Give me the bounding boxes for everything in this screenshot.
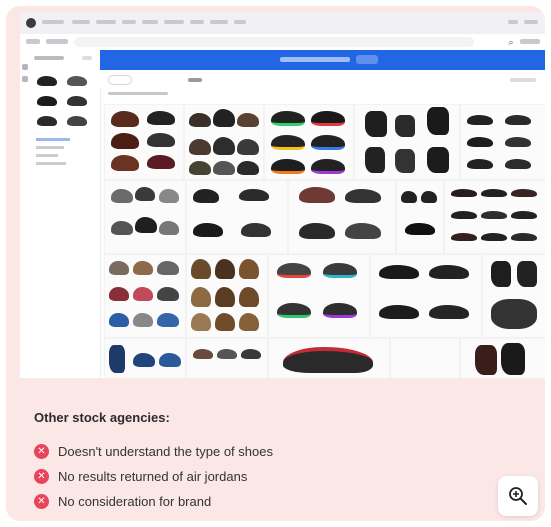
zoom-in-icon — [509, 487, 527, 505]
result-image[interactable] — [354, 104, 460, 180]
tab-text — [42, 20, 64, 24]
result-image[interactable] — [390, 338, 460, 378]
result-image[interactable] — [186, 338, 268, 378]
issue-item: ✕ No results returned of air jordans — [34, 467, 247, 485]
search-icon: ⌕ — [508, 37, 514, 47]
result-image[interactable] — [482, 254, 545, 338]
result-image[interactable] — [444, 180, 545, 254]
browser-tab-bar — [20, 12, 545, 35]
result-image[interactable] — [104, 180, 186, 254]
stock-site-screenshot: ⌕ — [20, 12, 545, 378]
x-circle-icon: ✕ — [34, 468, 49, 484]
result-image[interactable] — [396, 180, 444, 254]
search-sidebar — [30, 50, 101, 378]
section-heading: Other stock agencies: — [34, 410, 170, 425]
issue-text: No results returned of air jordans — [58, 468, 248, 484]
result-image[interactable] — [370, 254, 482, 338]
result-image[interactable] — [268, 338, 390, 378]
result-image[interactable] — [104, 254, 186, 338]
issue-item: ✕ No consideration for brand — [34, 492, 211, 510]
result-image[interactable] — [186, 180, 288, 254]
promo-banner — [100, 50, 545, 70]
issue-text: Doesn't understand the type of shoes — [58, 443, 273, 459]
result-image[interactable] — [184, 104, 264, 180]
filter-bar — [100, 70, 545, 95]
zoom-button[interactable] — [498, 476, 538, 516]
x-circle-icon: ✕ — [34, 493, 49, 509]
url-field — [74, 37, 474, 47]
result-image[interactable] — [104, 338, 186, 378]
result-image[interactable] — [460, 338, 545, 378]
issue-item: ✕ Doesn't understand the type of shoes — [34, 442, 273, 460]
result-image[interactable] — [460, 104, 545, 180]
comparison-card: ⌕ Other stock agencies: ✕ Doesn't unders… — [6, 6, 545, 521]
result-image[interactable] — [288, 180, 396, 254]
result-image[interactable] — [268, 254, 370, 338]
banner-button[interactable] — [356, 55, 378, 64]
filter-pill[interactable] — [108, 75, 132, 85]
address-bar: ⌕ — [20, 34, 545, 51]
result-image[interactable] — [264, 104, 354, 180]
result-image[interactable] — [186, 254, 268, 338]
site-logo-icon — [26, 18, 36, 28]
result-image[interactable] — [104, 104, 184, 180]
issue-text: No consideration for brand — [58, 493, 212, 509]
x-circle-icon: ✕ — [34, 443, 49, 459]
results-grid — [104, 104, 545, 378]
